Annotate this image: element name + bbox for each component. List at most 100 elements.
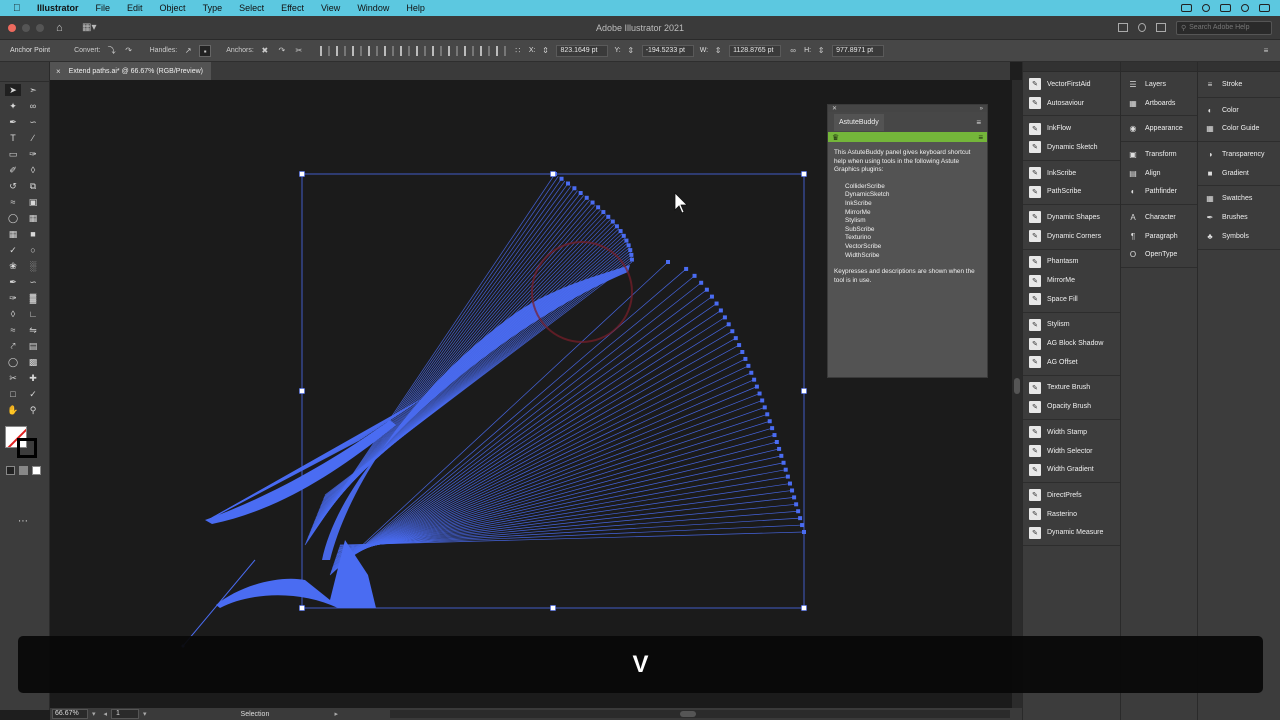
upper-fan-endpoint[interactable]	[584, 195, 589, 200]
fan-line-endpoint[interactable]	[752, 377, 757, 382]
upper-fan-endpoint[interactable]	[624, 238, 629, 243]
rotate-tool-icon[interactable]: ↺	[5, 180, 21, 192]
h-field[interactable]: 977.8971 pt	[832, 44, 885, 57]
color-mode-icon[interactable]	[6, 466, 15, 475]
panel-symbols[interactable]: ♣ Symbols	[1198, 227, 1280, 246]
lasso-tool-icon[interactable]: ∞	[25, 100, 41, 112]
close-tab-icon[interactable]: ×	[56, 67, 61, 76]
upper-fan-endpoint[interactable]	[629, 252, 634, 257]
fan-line-endpoint[interactable]	[722, 315, 727, 320]
fan-line[interactable]	[333, 358, 746, 565]
slice-tool-icon[interactable]: ✓	[25, 388, 41, 400]
upper-fan-endpoint[interactable]	[621, 233, 626, 238]
fan-line-endpoint[interactable]	[699, 280, 704, 285]
panel-width-gradient[interactable]: ✎ Width Gradient	[1023, 460, 1120, 479]
close-panel-icon[interactable]: ✕	[832, 105, 837, 112]
scissors-tool-icon[interactable]: ✂	[5, 372, 21, 384]
panel-menu-icon[interactable]: ≡	[1260, 45, 1272, 57]
paintbrush-tool-icon[interactable]: ✑	[25, 148, 41, 160]
eyedropper-tool-icon[interactable]: ✓	[5, 244, 21, 256]
panel-width-stamp[interactable]: ✎ Width Stamp	[1023, 423, 1120, 442]
pathscribe-tool-icon[interactable]: ∽	[25, 276, 41, 288]
fan-line-endpoint[interactable]	[792, 495, 797, 500]
fan-line-endpoint[interactable]	[767, 419, 772, 424]
panel-stroke[interactable]: ≡ Stroke	[1198, 75, 1280, 94]
distribute-top-icon[interactable]	[415, 45, 426, 56]
zoom-level-field[interactable]: 66.67%	[52, 709, 88, 719]
tools-panel-grip[interactable]	[0, 62, 49, 82]
fan-line-endpoint[interactable]	[785, 474, 790, 479]
align-bottom-icon[interactable]	[399, 45, 410, 56]
fan-line[interactable]	[334, 379, 755, 563]
fan-line-endpoint[interactable]	[733, 336, 738, 341]
panel-transform[interactable]: ▣ Transform	[1121, 145, 1197, 164]
panel-rasterino[interactable]: ✎ Rasterino	[1023, 505, 1120, 524]
upper-fan-endpoint[interactable]	[578, 191, 583, 196]
fan-line[interactable]	[329, 261, 669, 576]
status-menu-icon[interactable]: ▸	[335, 710, 339, 718]
none-mode-icon[interactable]	[32, 466, 41, 475]
vertical-scroll-thumb[interactable]	[1014, 378, 1020, 394]
shaper-tool-icon[interactable]: ✐	[5, 164, 21, 176]
left-fan-paths[interactable]	[207, 399, 421, 521]
panel-paragraph[interactable]: ¶ Paragraph	[1121, 227, 1197, 246]
upper-fan-endpoint[interactable]	[606, 214, 611, 219]
screen-icon[interactable]	[1181, 4, 1192, 12]
upper-fan-endpoint[interactable]	[559, 176, 564, 181]
fan-line-endpoint[interactable]	[754, 384, 759, 389]
width-stamp-tool-icon[interactable]: ≈	[5, 324, 21, 336]
artboard-tool-icon[interactable]: □	[5, 388, 21, 400]
direct-selection-tool-icon[interactable]: ➣	[25, 84, 41, 96]
panel-transparency[interactable]: ◑ Transparency	[1198, 145, 1280, 164]
texture-brush-tool-icon[interactable]: ▓	[25, 292, 41, 304]
width-tool-icon[interactable]: ≈	[5, 196, 21, 208]
eraser-tool-icon[interactable]: ◊	[25, 164, 41, 176]
home-icon[interactable]: ⌂	[56, 22, 72, 34]
menu-illustrator[interactable]: Illustrator	[37, 3, 79, 13]
upper-fan-endpoint[interactable]	[614, 224, 619, 229]
wifi-icon[interactable]	[1202, 4, 1210, 12]
x-field[interactable]: 823.1649 pt	[556, 44, 609, 57]
fan-line-endpoint[interactable]	[800, 523, 805, 528]
show-handles-icon[interactable]: ↗	[182, 45, 194, 57]
upper-fan-endpoint[interactable]	[628, 248, 633, 253]
workspace-switcher-icon[interactable]	[1156, 23, 1166, 32]
upper-fan-endpoint[interactable]	[610, 219, 615, 224]
distribute-hcenter-icon[interactable]	[479, 45, 490, 56]
menu-view[interactable]: View	[321, 3, 340, 13]
menu-type[interactable]: Type	[203, 3, 223, 13]
menu-help[interactable]: Help	[406, 3, 425, 13]
fan-line[interactable]	[332, 344, 740, 567]
menu-select[interactable]: Select	[239, 3, 264, 13]
reposition-tool-icon[interactable]: ⤤	[5, 340, 21, 352]
space-fill-tool-icon[interactable]: ◯	[5, 356, 21, 368]
distribute-bottom-icon[interactable]	[447, 45, 458, 56]
y-stepper-icon[interactable]: ⇕	[625, 45, 637, 57]
status-current-tool[interactable]: Selection	[241, 711, 331, 718]
fan-line-endpoint[interactable]	[790, 488, 795, 493]
upper-fan-endpoint[interactable]	[590, 200, 595, 205]
menu-edit[interactable]: Edit	[127, 3, 143, 13]
scale-tool-icon[interactable]: ⧉	[25, 180, 41, 192]
fan-line-endpoint[interactable]	[726, 322, 731, 327]
edit-toolbar-icon[interactable]: ⋯	[18, 516, 28, 527]
mesh-tool-icon[interactable]: ▦	[5, 228, 21, 240]
fan-line-endpoint[interactable]	[714, 301, 719, 306]
type-tool-icon[interactable]: T	[5, 132, 21, 144]
pen-tool-icon[interactable]: ✒	[5, 116, 21, 128]
collapse-panel-icon[interactable]: »	[980, 106, 983, 112]
astutebuddy-tab[interactable]: AstuteBuddy	[834, 113, 884, 131]
zoom-tool-icon[interactable]: ⚲	[25, 404, 41, 416]
panel-inkscribe[interactable]: ✎ InkScribe	[1023, 164, 1120, 183]
knife-tool-icon[interactable]: ✚	[25, 372, 41, 384]
tail-line[interactable]	[182, 559, 256, 647]
fan-line-endpoint[interactable]	[737, 343, 742, 348]
panel-vectorfirstaid[interactable]: ✎ VectorFirstAid	[1023, 75, 1120, 94]
astutebuddy-panel-header[interactable]: ✕ »	[828, 105, 987, 112]
fan-line-endpoint[interactable]	[787, 481, 792, 486]
panel-ag-block-shadow[interactable]: ✎ AG Block Shadow	[1023, 334, 1120, 353]
symbol-sprayer-tool-icon[interactable]: ❀	[5, 260, 21, 272]
panel-opentype[interactable]: O OpenType	[1121, 246, 1197, 265]
panel-stylism[interactable]: ✎ Stylism	[1023, 316, 1120, 335]
panel-align[interactable]: ▤ Align	[1121, 164, 1197, 183]
